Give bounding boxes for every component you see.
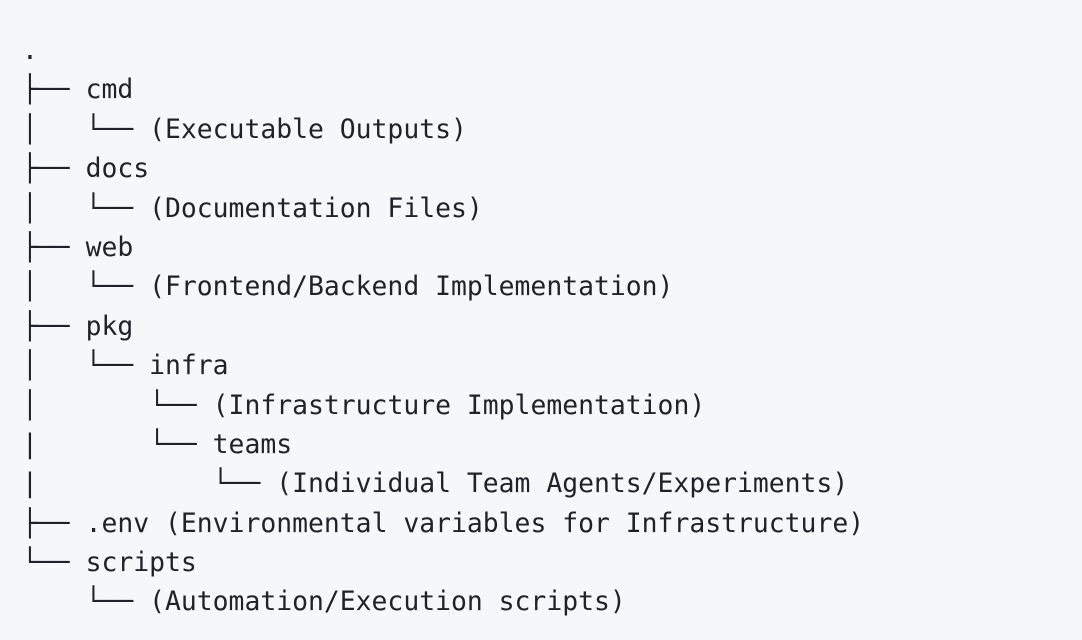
folder-note-infra: (Infrastructure Implementation) (212, 389, 706, 421)
tree-connector: │ └── (22, 113, 150, 145)
file-note-env: (Environmental variables for Infrastruct… (149, 507, 865, 539)
tree-line-env: ├── .env (Environmental variables for In… (22, 504, 864, 543)
tree-line-scripts: └── scripts (22, 543, 864, 582)
tree-line-teams: | └── teams (22, 425, 864, 464)
folder-name-pkg: pkg (85, 310, 134, 342)
tree-line-infra: │ └── infra (22, 346, 864, 385)
tree-connector: │ └── (22, 192, 150, 224)
folder-name-scripts: scripts (85, 547, 197, 579)
tree-connector: └── (22, 586, 150, 618)
tree-connector: ├── (22, 310, 86, 342)
folder-note-scripts: (Automation/Execution scripts) (149, 586, 626, 618)
tree-root-marker: . (22, 35, 38, 66)
tree-line-docs-note: │ └── (Documentation Files) (22, 189, 864, 228)
tree-line-cmd: ├── cmd (22, 70, 864, 109)
file-name-env: .env (85, 507, 150, 539)
tree-line-cmd-note: │ └── (Executable Outputs) (22, 110, 864, 149)
tree-connector: | └── (22, 468, 277, 500)
tree-line-teams-note: | └── (Individual Team Agents/Experiment… (22, 464, 864, 503)
folder-name-cmd: cmd (85, 74, 134, 106)
folder-name-infra: infra (149, 350, 229, 382)
tree-connector: ├── (22, 153, 86, 185)
tree-connector: │ └── (22, 389, 213, 421)
folder-name-teams: teams (212, 428, 293, 460)
tree-line-infra-note: │ └── (Infrastructure Implementation) (22, 386, 864, 425)
tree-connector: │ └── (22, 271, 150, 303)
directory-tree: . ├── cmd │ └── (Executable Outputs) ├── do… (22, 31, 864, 622)
folder-note-docs: (Documentation Files) (149, 192, 483, 224)
tree-connector: ├── (22, 231, 86, 263)
tree-connector: | └── (22, 428, 213, 460)
folder-note-web: (Frontend/Backend Implementation) (149, 271, 674, 303)
tree-connector: ├── (22, 507, 86, 539)
folder-note-cmd: (Executable Outputs) (149, 113, 467, 145)
tree-connector: ├── (22, 74, 86, 106)
tree-line-web: ├── web (22, 228, 864, 267)
tree-connector: │ └── (22, 350, 150, 382)
tree-line-scripts-note: └── (Automation/Execution scripts) (22, 582, 864, 621)
tree-connector: └── (22, 547, 86, 579)
tree-line-docs: ├── docs (22, 149, 864, 188)
tree-line-pkg: ├── pkg (22, 307, 864, 346)
tree-line-root: . (22, 31, 864, 70)
folder-name-docs: docs (85, 153, 150, 185)
folder-name-web: web (85, 231, 134, 263)
folder-note-teams: (Individual Team Agents/Experiments) (276, 468, 849, 500)
tree-line-web-note: │ └── (Frontend/Backend Implementation) (22, 267, 864, 306)
